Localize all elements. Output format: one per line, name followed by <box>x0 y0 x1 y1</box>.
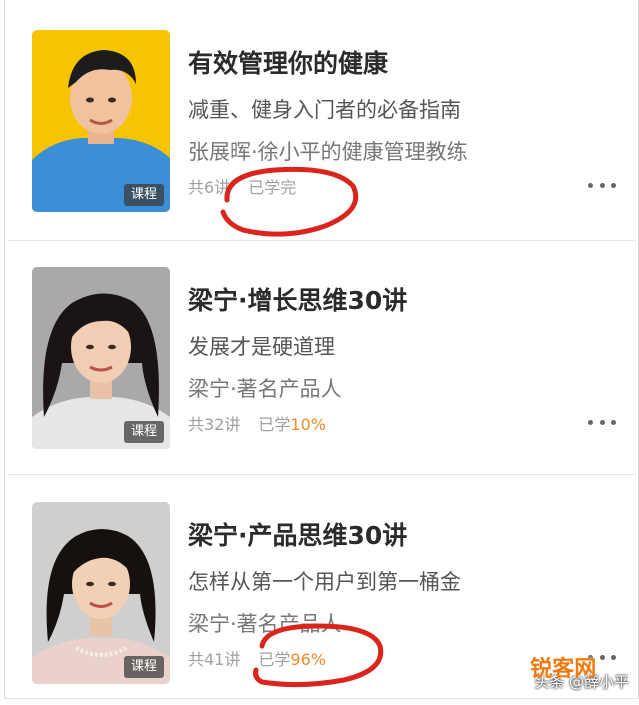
course-subtitle: 减重、健身入门者的必备指南 <box>188 98 461 122</box>
course-badge: 课程 <box>123 421 164 443</box>
course-thumbnail[interactable]: 课程 <box>32 502 170 684</box>
course-author: 梁宁·著名产品人 <box>188 612 342 636</box>
course-title[interactable]: 梁宁·产品思维30讲 <box>188 516 407 552</box>
course-title[interactable]: 有效管理你的健康 <box>188 44 388 80</box>
course-title[interactable]: 梁宁·增长思维30讲 <box>188 281 407 317</box>
divider <box>8 474 636 475</box>
course-badge: 课程 <box>123 184 164 206</box>
progress-label: 已学 <box>258 650 291 669</box>
progress-label: 已学 <box>258 415 291 434</box>
course-subtitle: 发展才是硬道理 <box>188 335 335 359</box>
course-card[interactable]: 课程 梁宁·增长思维30讲 发展才是硬道理 梁宁·著名产品人 共32讲 已学10% <box>8 241 636 473</box>
course-meta: 共6讲 已学完 <box>188 174 296 198</box>
course-author: 张展晖·徐小平的健康管理教练 <box>188 140 468 164</box>
progress-percent: 10% <box>290 415 326 434</box>
progress-label: 已学完 <box>248 178 297 197</box>
watermark-logo: 锐客网 <box>530 657 597 682</box>
watermark: 锐客网 头条 @薛小平 <box>530 657 629 697</box>
course-thumbnail[interactable]: 课程 <box>32 30 170 212</box>
course-badge: 课程 <box>123 656 164 678</box>
more-dots-icon[interactable] <box>588 417 616 427</box>
course-list-screen: 课程 有效管理你的健康 减重、健身入门者的必备指南 张展晖·徐小平的健康管理教练… <box>0 0 639 705</box>
lesson-count: 共32讲 <box>188 415 241 434</box>
course-thumbnail[interactable]: 课程 <box>32 267 170 449</box>
course-author: 梁宁·著名产品人 <box>188 377 342 401</box>
course-meta: 共41讲 已学96% <box>188 646 326 670</box>
lesson-count: 共41讲 <box>188 650 241 669</box>
course-meta: 共32讲 已学10% <box>188 411 326 435</box>
lesson-count: 共6讲 <box>188 178 231 197</box>
progress-percent: 96% <box>290 650 326 669</box>
course-card[interactable]: 课程 有效管理你的健康 减重、健身入门者的必备指南 张展晖·徐小平的健康管理教练… <box>8 4 636 236</box>
course-subtitle: 怎样从第一个用户到第一桶金 <box>188 570 461 594</box>
more-dots-icon[interactable] <box>588 180 616 190</box>
